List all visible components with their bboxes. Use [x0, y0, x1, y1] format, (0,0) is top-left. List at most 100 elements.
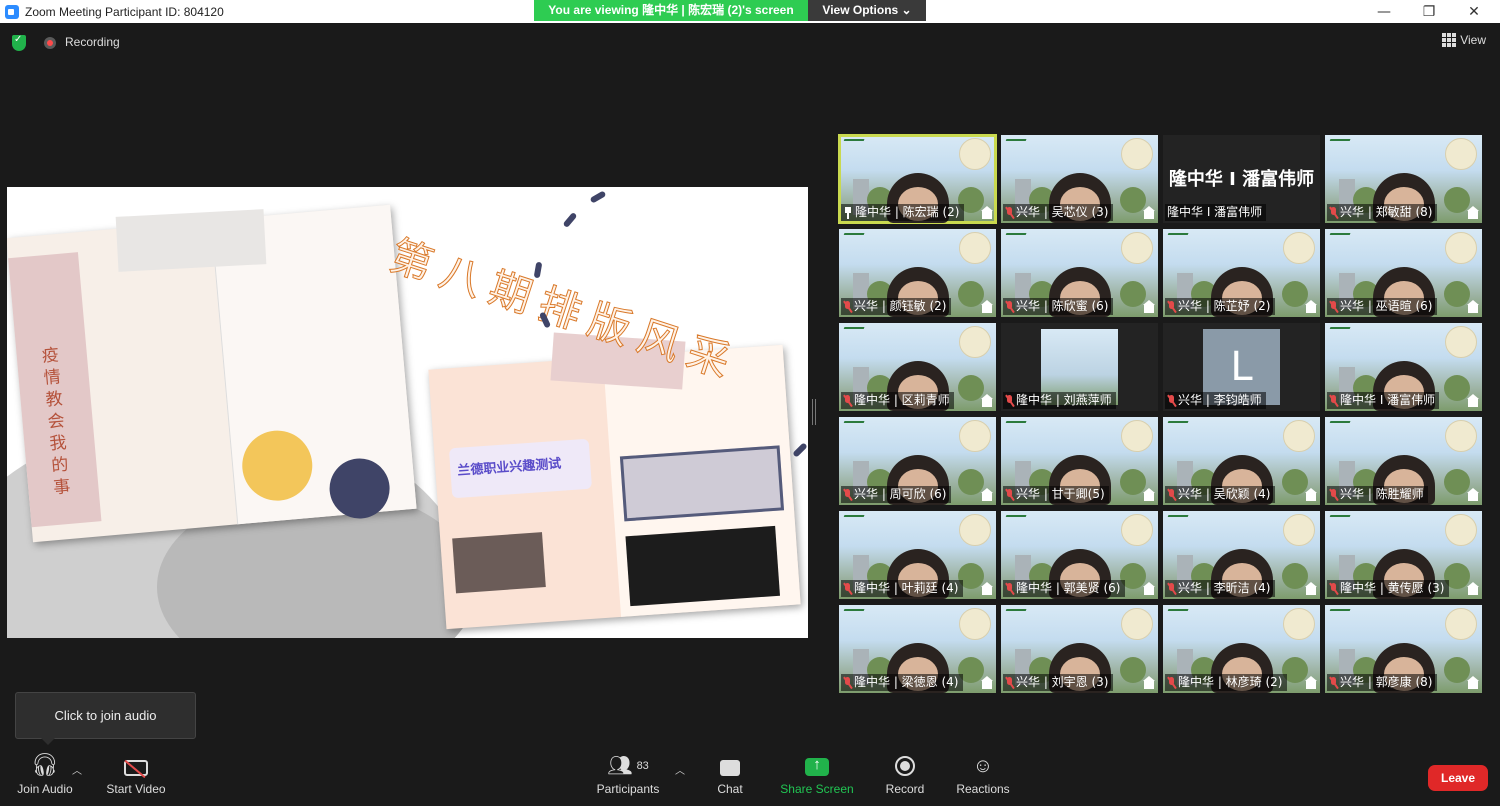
join-audio-label: Join Audio — [17, 782, 73, 796]
meeting-area: Recording View 疫情教会我的事 兰德职业兴趣测试 第八期排版风采 — [0, 23, 1500, 746]
participant-tile[interactable]: 隆中华 | 郭美贤 (6) — [1001, 511, 1158, 599]
participant-tile[interactable]: 兴华 | 陈芷妤 (2) — [1163, 229, 1320, 317]
participant-tile[interactable]: 隆中华 | 陈宏瑞 (2) — [838, 134, 997, 224]
participant-tile[interactable]: 兴华 | 甘于卿(5) — [1001, 417, 1158, 505]
participant-name: 兴华 | 陈胜耀师 — [1340, 487, 1424, 501]
recording-label: Recording — [65, 35, 120, 49]
participant-tile[interactable]: 兴华 | 郭彦康 (8) — [1325, 605, 1482, 693]
school-logo-icon — [1003, 515, 1027, 523]
participants-icon: 👥︎ — [607, 755, 633, 777]
participant-tile[interactable]: 隆中华 | 黄传愿 (3) — [1325, 511, 1482, 599]
meeting-toolbar: 🎧︎ Join Audio ︿ Start Video 👥︎ 83 Partici… — [0, 746, 1500, 806]
school-logo-icon — [841, 233, 865, 241]
participant-tile[interactable]: 兴华 | 陈欣蜜 (6) — [1001, 229, 1158, 317]
participant-tile[interactable]: 兴华 | 颜钰敏 (2) — [839, 229, 996, 317]
record-button[interactable]: Record — [880, 746, 930, 806]
participant-name-label: 隆中华 I 潘富伟师 — [1327, 392, 1440, 409]
chat-button[interactable]: Chat — [705, 746, 755, 806]
school-logo-icon — [1327, 515, 1351, 523]
share-screen-label: Share Screen — [780, 782, 854, 796]
mic-muted-icon — [1329, 206, 1338, 219]
virtual-background-icon — [1467, 676, 1479, 689]
headphones-icon: 🎧︎ — [31, 752, 59, 777]
reactions-smiley-icon: ☺︎ — [972, 755, 994, 777]
participant-tile[interactable]: 隆中华 I 潘富伟师 隆中华 I 潘富伟师 — [1163, 135, 1320, 223]
school-logo-icon — [1327, 233, 1351, 241]
participant-name: 隆中华 | 梁徳恩 (4) — [854, 675, 959, 689]
restore-button[interactable]: ❐ — [1406, 0, 1452, 23]
participant-tile[interactable]: L 兴华 | 李钧皓师 — [1163, 323, 1320, 411]
participant-tile[interactable]: 兴华 | 吴欣颖 (4) — [1163, 417, 1320, 505]
participant-tile[interactable]: 隆中华 | 区莉青师 — [839, 323, 996, 411]
participant-name-label: 兴华 | 甘于卿(5) — [1003, 486, 1109, 503]
viewing-banner-text: You are viewing 隆中华 | 陈宏瑞 (2)'s screen — [534, 0, 808, 21]
school-logo-icon — [1003, 421, 1027, 429]
mic-muted-icon — [1005, 582, 1014, 595]
virtual-background-icon — [1143, 206, 1155, 219]
participant-tile[interactable]: 兴华 | 郑敏甜 (8) — [1325, 135, 1482, 223]
magazine-spread-right: 兰德职业兴趣测试 — [428, 344, 801, 630]
participant-tile[interactable]: 隆中华 | 刘燕萍师 — [1001, 323, 1158, 411]
participant-name: 兴华 | 陈欣蜜 (6) — [1016, 299, 1109, 313]
school-logo-icon — [841, 139, 865, 147]
share-screen-icon — [805, 756, 829, 776]
security-shield-icon[interactable] — [12, 34, 26, 51]
participant-name: 隆中华 I 潘富伟师 — [1167, 205, 1263, 219]
chat-label: Chat — [717, 782, 743, 796]
viewing-banner: You are viewing 隆中华 | 陈宏瑞 (2)'s screen V… — [534, 0, 926, 21]
mic-muted-icon — [1005, 300, 1014, 313]
participant-name-label: 兴华 | 李钧皓师 — [1165, 392, 1266, 409]
join-audio-button[interactable]: 🎧︎ Join Audio — [10, 746, 80, 806]
view-button[interactable]: View — [1442, 33, 1486, 47]
moon-decoration — [959, 514, 991, 546]
participant-name: 兴华 | 郭彦康 (8) — [1340, 675, 1433, 689]
participant-name: 隆中华 | 黄传愿 (3) — [1340, 581, 1445, 595]
participant-tile[interactable]: 兴华 | 陈胜耀师 — [1325, 417, 1482, 505]
participant-tile[interactable]: 兴华 | 巫语暄 (6) — [1325, 229, 1482, 317]
participant-name: 隆中华 | 林彦琦 (2) — [1178, 675, 1283, 689]
mic-muted-icon — [1329, 394, 1338, 407]
share-screen-button[interactable]: Share Screen — [778, 746, 856, 806]
reactions-label: Reactions — [956, 782, 1010, 796]
start-video-button[interactable]: Start Video — [100, 746, 172, 806]
shared-screen[interactable]: 疫情教会我的事 兰德职业兴趣测试 第八期排版风采 — [7, 187, 808, 638]
participant-name-label: 隆中华 | 区莉青师 — [841, 392, 954, 409]
reactions-button[interactable]: ☺︎ Reactions — [955, 746, 1011, 806]
participant-tile[interactable]: 隆中华 | 林彦琦 (2) — [1163, 605, 1320, 693]
participant-tile[interactable]: 隆中华 | 梁徳恩 (4) — [839, 605, 996, 693]
participant-tile[interactable]: 兴华 | 刘宇恩 (3) — [1001, 605, 1158, 693]
virtual-background-icon — [1143, 676, 1155, 689]
close-button[interactable]: ✕ — [1451, 0, 1497, 23]
leave-button[interactable]: Leave — [1428, 765, 1488, 791]
participant-tile[interactable]: 兴华 | 周可欣 (6) — [839, 417, 996, 505]
virtual-background-icon — [981, 206, 993, 219]
moon-decoration — [1445, 420, 1477, 452]
participant-name: 兴华 | 吴芯仪 (3) — [1016, 205, 1109, 219]
virtual-background-icon — [1467, 488, 1479, 501]
participants-button[interactable]: 👥︎ 83 Participants — [592, 746, 664, 806]
view-button-label: View — [1460, 33, 1486, 47]
recording-icon — [44, 37, 56, 49]
virtual-background-icon — [1305, 676, 1317, 689]
participants-caret-icon[interactable]: ︿ — [675, 762, 685, 777]
participant-name: 隆中华 | 叶莉廷 (4) — [854, 581, 959, 595]
participant-tile[interactable]: 隆中华 | 叶莉廷 (4) — [839, 511, 996, 599]
participant-name: 隆中华 | 刘燕萍师 — [1016, 393, 1112, 407]
participant-tile[interactable]: 兴华 | 吴芯仪 (3) — [1001, 135, 1158, 223]
participant-name: 兴华 | 郑敏甜 (8) — [1340, 205, 1433, 219]
audio-options-caret-icon[interactable]: ︿ — [72, 762, 82, 777]
participant-name-label: 兴华 | 吴芯仪 (3) — [1003, 204, 1113, 221]
school-logo-icon — [1165, 609, 1189, 617]
mic-muted-icon — [843, 488, 852, 501]
window-title: Zoom Meeting Participant ID: 804120 — [25, 4, 224, 19]
participant-tile[interactable]: 兴华 | 李昕洁 (4) — [1163, 511, 1320, 599]
virtual-background-icon — [1143, 488, 1155, 501]
minimize-button[interactable]: — — [1361, 0, 1407, 23]
mic-muted-icon — [1005, 676, 1014, 689]
view-options-button[interactable]: View Options ⌄ — [808, 0, 926, 21]
participant-tile[interactable]: 隆中华 I 潘富伟师 — [1325, 323, 1482, 411]
participant-name: 隆中华 | 郭美贤 (6) — [1016, 581, 1121, 595]
panel-splitter-handle[interactable] — [812, 399, 816, 425]
participant-name: 兴华 | 陈芷妤 (2) — [1178, 299, 1271, 313]
participant-name-label: 兴华 | 吴欣颖 (4) — [1165, 486, 1275, 503]
